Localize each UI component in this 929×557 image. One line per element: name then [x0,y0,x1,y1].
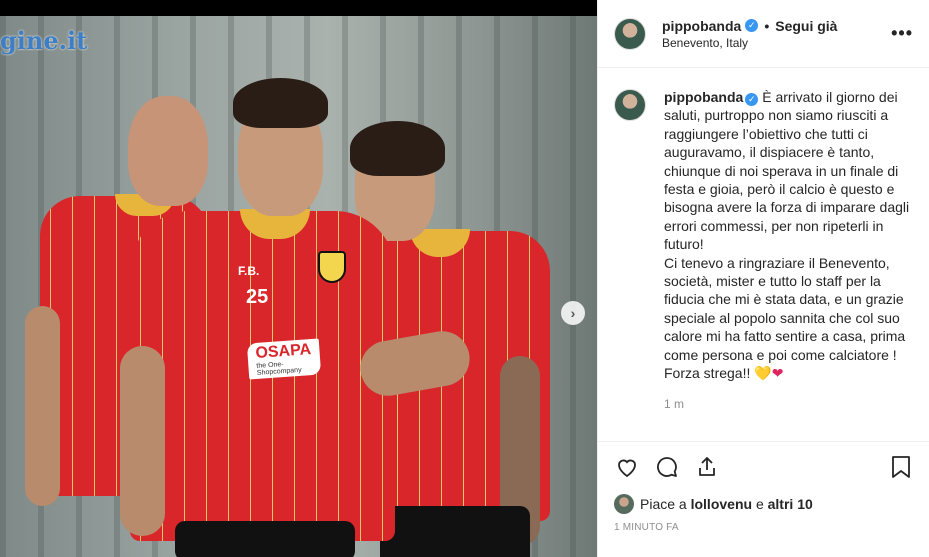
chevron-right-icon: › [570,305,576,321]
photo-watermark: gine.it [0,26,88,55]
post-actions: Piace a lollovenu e altri 10 1 MINUTO FA [598,441,929,557]
red-heart-icon: ❤ [771,365,784,382]
post-header: pippobanda ✓ • Segui già Benevento, Ital… [598,0,929,68]
sponsor-name: OSAPA [254,341,312,362]
comment-bubble-icon[interactable] [654,454,680,480]
avatar[interactable] [614,17,646,50]
more-options-icon[interactable]: ••• [891,23,913,44]
likes-others-link[interactable]: altri 10 [768,496,813,512]
avatar[interactable] [614,89,646,121]
separator-dot: • [764,17,770,34]
caption-text: È arrivato il giorno dei saluti, purtrop… [664,89,910,382]
post-caption: pippobanda ✓ È arrivato il giorno dei sal… [664,88,913,383]
likes-user-link[interactable]: lollovenu [691,496,752,512]
liker-avatar[interactable] [614,494,634,514]
location-link[interactable]: Benevento, Italy [662,36,891,50]
shirt-number: 25 [246,286,269,308]
shirt-initials: F.B. [238,264,260,278]
post-photo[interactable]: gine.it 25 F.B. OSAPA the One-Shopcompan… [0,16,597,557]
follow-button[interactable]: Segui già [775,18,837,34]
like-heart-icon[interactable] [614,454,640,480]
post-timestamp[interactable]: 1 MINUTO FA [614,522,914,533]
club-crest-icon [318,251,346,283]
likes-prefix: Piace a [640,496,687,512]
likes-middle: e [755,496,764,512]
header-username[interactable]: pippobanda [662,18,741,34]
verified-badge-icon: ✓ [745,19,759,32]
next-photo-button[interactable]: › [561,301,585,325]
comments-area: pippobanda ✓ È arrivato il giorno dei sal… [598,68,929,441]
sponsor-logo: OSAPA the One-Shopcompany [246,338,321,380]
caption-username[interactable]: pippobanda [664,89,743,105]
yellow-heart-icon: 💛 [754,365,772,382]
bookmark-icon[interactable] [888,454,914,480]
caption-timestamp[interactable]: 1 m [664,397,913,411]
likes-summary: Piace a lollovenu e altri 10 [614,494,914,514]
verified-badge-icon: ✓ [745,92,759,106]
post-panel: pippobanda ✓ • Segui già Benevento, Ital… [597,0,929,557]
share-icon[interactable] [694,454,720,480]
sponsor-tagline: the One-Shopcompany [256,361,302,377]
